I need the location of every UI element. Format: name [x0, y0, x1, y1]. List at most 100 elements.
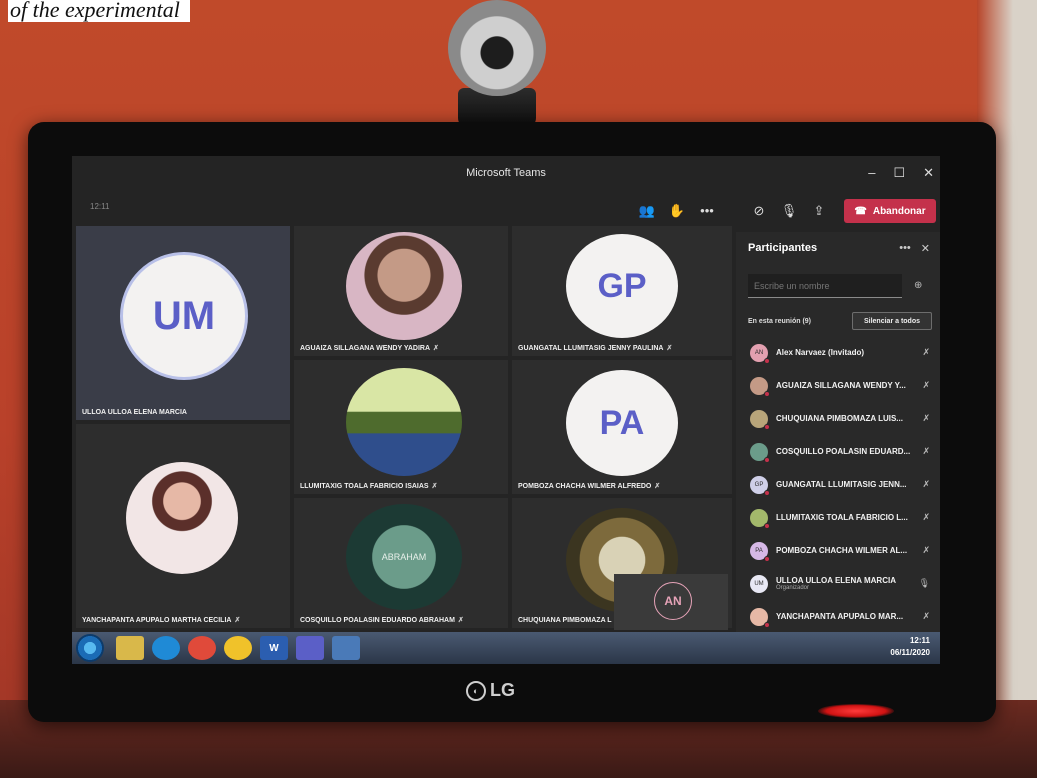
mic-off-icon: ✗ [922, 512, 930, 522]
meeting-count: En esta reunión (9) [748, 318, 812, 325]
avatar [750, 607, 770, 628]
avatar: UM [750, 574, 768, 593]
chrome-icon[interactable] [224, 636, 252, 660]
tile-name: ULLOA ULLOA ELENA MARCIA [82, 409, 187, 416]
minimize-button[interactable]: – [868, 156, 875, 190]
list-item[interactable]: AN Alex Narvaez (Invitado) ✗ [736, 336, 940, 369]
video-tile[interactable]: ABRAHAM COSQUILLO POALASIN EDUARDO ABRAH… [294, 498, 508, 628]
mic-off-icon: ✗ [922, 380, 930, 390]
tile-name: GUANGATAL LLUMITASIG JENNY PAULINA ✗ [518, 345, 673, 352]
meeting-timer: 12:11 [90, 202, 110, 211]
mic-off-icon: ✗ [234, 617, 241, 624]
clock-date: 06/11/2020 [890, 648, 930, 657]
leave-button[interactable]: ☎ Abandonar [844, 199, 936, 223]
tile-name: CHUQUIANA PIMBOMAZA L [518, 617, 612, 624]
mic-off-icon: ✗ [431, 483, 438, 490]
participant-name: GUANGATAL LLUMITASIG JENN... [776, 480, 907, 489]
self-avatar: AN [654, 582, 692, 620]
list-item[interactable]: GP GUANGATAL LLUMITASIG JENN... ✗ [736, 468, 940, 501]
clock-time: 12:11 [909, 636, 930, 645]
list-item[interactable]: AGUAIZA SILLAGANA WENDY Y... ✗ [736, 369, 940, 402]
avatar: PA [566, 370, 678, 476]
participant-name: YANCHAPANTA APUPALO MAR... [776, 612, 904, 621]
panel-close-icon[interactable]: ✕ [921, 242, 930, 255]
list-item[interactable]: YANCHAPANTA APUPALO MAR... ✗ [736, 600, 940, 633]
avatar: PA [750, 541, 770, 562]
avatar: AN [750, 343, 770, 364]
participants-icon[interactable]: 👥 [636, 200, 658, 222]
webcam [448, 0, 546, 96]
list-item[interactable]: LLUMITAXIG TOALA FABRICIO L... ✗ [736, 501, 940, 534]
app-window-icon[interactable] [332, 636, 360, 660]
tile-name: POMBOZA CHACHA WILMER ALFREDO ✗ [518, 483, 661, 490]
avatar [346, 232, 462, 340]
list-item[interactable]: CHUQUIANA PIMBOMAZA LUIS... ✗ [736, 402, 940, 435]
camera-off-icon[interactable]: ⊘ [748, 200, 770, 222]
window-controls: – ☐ ✕ [868, 156, 934, 190]
search-input[interactable] [748, 274, 902, 298]
avatar: GP [750, 475, 770, 496]
raise-hand-icon[interactable]: ✋ [666, 200, 688, 222]
video-tile[interactable]: YANCHAPANTA APUPALO MARTHA CECILIA ✗ [76, 424, 290, 628]
mic-off-icon: ✗ [922, 446, 930, 456]
panel-actions: ••• ✕ [899, 242, 930, 255]
mic-off-icon[interactable]: 🎙 [778, 200, 800, 222]
window-title: Microsoft Teams [466, 167, 546, 179]
avatar [126, 462, 238, 574]
teams-icon[interactable] [296, 636, 324, 660]
more-options-icon[interactable]: ••• [696, 200, 718, 222]
edge-icon[interactable] [152, 636, 180, 660]
tile-name: LLUMITAXIG TOALA FABRICIO ISAIAS ✗ [300, 483, 438, 490]
participant-name: AGUAIZA SILLAGANA WENDY Y... [776, 381, 906, 390]
participant-name: CHUQUIANA PIMBOMAZA LUIS... [776, 414, 903, 423]
panel-more-icon[interactable]: ••• [899, 242, 911, 255]
close-button[interactable]: ✕ [923, 156, 934, 190]
start-button[interactable] [76, 634, 104, 662]
participant-name: Alex Narvaez (Invitado) [776, 348, 865, 357]
monitor-brand: LG [490, 680, 515, 700]
avatar: UM [120, 252, 248, 380]
video-tile[interactable]: PA POMBOZA CHACHA WILMER ALFREDO ✗ [512, 360, 732, 494]
folder-icon[interactable] [116, 636, 144, 660]
participant-list: AN Alex Narvaez (Invitado) ✗ AGUAIZA SIL… [736, 336, 940, 633]
share-invite-icon[interactable]: ⊕ [914, 280, 922, 291]
avatar: GP [566, 234, 678, 338]
mic-off-icon: ✗ [433, 345, 439, 352]
avatar [750, 508, 770, 529]
taskbar: W 12:11 06/11/2020 [72, 632, 940, 664]
opera-icon[interactable] [188, 636, 216, 660]
self-view[interactable]: AN [614, 574, 728, 630]
video-tile[interactable]: GP GUANGATAL LLUMITASIG JENNY PAULINA ✗ [512, 226, 732, 356]
tile-name: YANCHAPANTA APUPALO MARTHA CECILIA ✗ [82, 617, 241, 624]
figure-caption: of the experimental [8, 0, 190, 22]
share-screen-icon[interactable]: ⇪ [808, 200, 830, 222]
avatar [750, 409, 770, 430]
participant-role: Organizador [776, 585, 810, 591]
list-item[interactable]: COSQUILLO POALASIN EDUARD... ✗ [736, 435, 940, 468]
mute-all-button[interactable]: Silenciar a todos [852, 312, 932, 330]
monitor-logo: ◐ LG [466, 680, 515, 701]
video-tile[interactable]: AGUAIZA SILLAGANA WENDY YADIRA ✗ [294, 226, 508, 356]
participant-name: LLUMITAXIG TOALA FABRICIO L... [776, 513, 908, 522]
phone-icon: ☎ [854, 205, 867, 217]
tile-name: COSQUILLO POALASIN EDUARDO ABRAHAM ✗ [300, 617, 464, 624]
leave-label: Abandonar [872, 205, 926, 217]
maximize-button[interactable]: ☐ [893, 156, 905, 190]
meeting-toolbar: 12:11 👥 ✋ ••• ⊘ 🎙 ⇪ ☎ Abandonar [72, 198, 940, 224]
list-item[interactable]: PA POMBOZA CHACHA WILMER AL... ✗ [736, 534, 940, 567]
mic-off-icon: ✗ [457, 617, 464, 624]
word-icon[interactable]: W [260, 636, 288, 660]
system-clock[interactable]: 12:11 06/11/2020 [890, 635, 930, 659]
mic-off-icon: ✗ [922, 413, 930, 423]
list-item[interactable]: UM ULLOA ULLOA ELENA MARCIA Organizador 🎙 [736, 567, 940, 600]
avatar [346, 368, 462, 476]
avatar [750, 376, 770, 397]
mic-off-icon: ✗ [654, 483, 661, 490]
video-tile[interactable]: LLUMITAXIG TOALA FABRICIO ISAIAS ✗ [294, 360, 508, 494]
avatar [750, 442, 770, 463]
video-tile[interactable]: UM ULLOA ULLOA ELENA MARCIA [76, 226, 290, 420]
participant-name: ULLOA ULLOA ELENA MARCIA Organizador [776, 576, 912, 591]
mic-off-icon: ✗ [922, 479, 930, 489]
participants-panel: Participantes ••• ✕ ⊕ En esta reunión (9… [736, 232, 940, 632]
power-led [818, 704, 894, 718]
